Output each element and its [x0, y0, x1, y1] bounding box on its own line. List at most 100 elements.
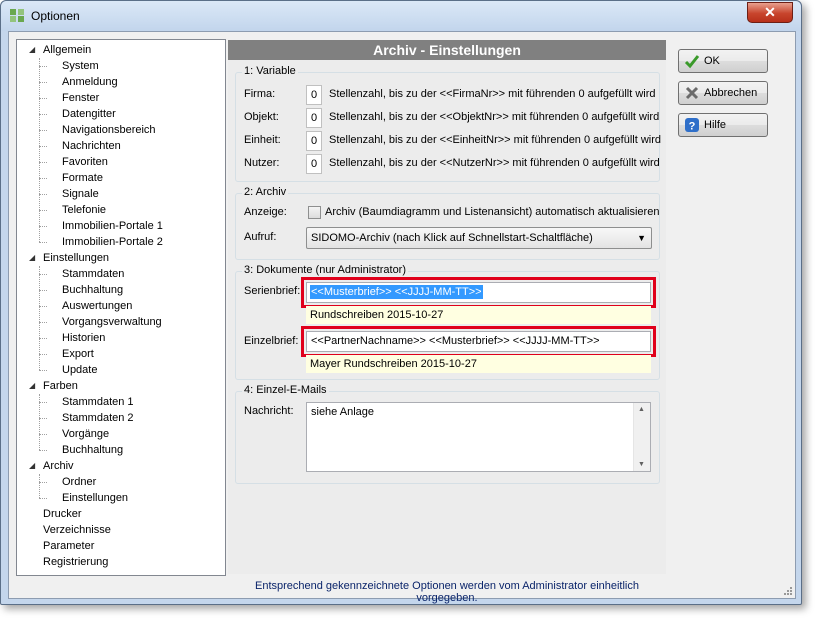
tree-connector: [39, 290, 47, 291]
chevron-down-icon: ▼: [637, 233, 646, 243]
aufruf-label: Aufruf:: [244, 231, 277, 243]
tree-item-label: Drucker: [43, 508, 82, 520]
einzelbrief-preview: Mayer Rundschreiben 2015-10-27: [306, 355, 651, 373]
einheit-description: Stellenzahl, bis zu der <<EinheitNr>> mi…: [329, 134, 662, 146]
ok-button[interactable]: OK: [678, 49, 768, 73]
tree-item-label: Fenster: [62, 92, 100, 104]
checkmark-icon: [684, 55, 700, 69]
tree-item-label: Allgemein: [43, 44, 92, 56]
auto-refresh-checkbox[interactable]: [308, 206, 321, 219]
tree-connector: [39, 226, 47, 227]
tree-item-label: Einstellungen: [62, 492, 129, 504]
tree-expand-icon[interactable]: ◢: [29, 250, 35, 266]
tree-connector: [39, 266, 40, 370]
nachricht-label: Nachricht:: [244, 405, 294, 417]
close-icon: ✕: [764, 4, 776, 20]
tree-item-label: Telefonie: [62, 204, 107, 216]
tree-item-label: Vorgänge: [62, 428, 110, 440]
tree-connector: [39, 130, 47, 131]
einheit-label: Einheit:: [244, 134, 281, 146]
tree-item-label: Vorgangsverwaltung: [62, 316, 162, 328]
tree-item-label: Archiv: [43, 460, 74, 472]
tree-item-label: Immobilien-Portale 2: [62, 236, 163, 248]
tree-connector: [39, 482, 47, 483]
tree-connector: [39, 178, 47, 179]
tree-connector: [39, 354, 47, 355]
tree-item-label: Immobilien-Portale 1: [62, 220, 163, 232]
tree-item-label: Ordner: [62, 476, 97, 488]
tree-expand-icon[interactable]: ◢: [29, 378, 35, 394]
tree-item-label: Formate: [62, 172, 103, 184]
tree-item-label: Historien: [62, 332, 106, 344]
resize-grip-icon[interactable]: [783, 586, 793, 596]
tree-item-label: Signale: [62, 188, 99, 200]
serienbrief-preview-text: Rundschreiben 2015-10-27: [310, 309, 444, 321]
serienbrief-highlight-frame: [301, 277, 656, 308]
anzeige-label: Anzeige:: [244, 206, 287, 218]
tree-connector: [39, 450, 47, 451]
scroll-down-icon[interactable]: ▼: [638, 461, 645, 468]
einheit-digits-input[interactable]: 0: [306, 131, 322, 151]
close-button[interactable]: ✕: [747, 2, 793, 23]
app-icon: [10, 9, 24, 22]
nutzer-label: Nutzer:: [244, 157, 280, 169]
tree-connector: [39, 402, 47, 403]
scroll-up-icon[interactable]: ▲: [638, 406, 645, 413]
tree-connector: [39, 242, 47, 243]
title-bar[interactable]: Optionen ✕: [1, 1, 801, 31]
tree-connector: [39, 418, 47, 419]
tree-connector: [39, 322, 47, 323]
svg-text:?: ?: [689, 121, 696, 133]
tree-connector: [39, 162, 47, 163]
serienbrief-label: Serienbrief:: [244, 285, 301, 297]
nachricht-value: siehe Anlage: [311, 406, 374, 418]
tree-item-label: Buchhaltung: [62, 444, 124, 456]
tree-connector: [39, 370, 47, 371]
footer-note: Entsprechend gekennzeichnete Optionen we…: [254, 580, 639, 604]
group-emails: 4: Einzel-E-Mails Nachricht: siehe Anlag…: [235, 384, 660, 484]
tree-item-label: Stammdaten: [62, 268, 125, 280]
einzelbrief-preview-text: Mayer Rundschreiben 2015-10-27: [310, 358, 477, 370]
nachricht-scrollbar[interactable]: ▲ ▼: [633, 403, 650, 471]
tree-connector: [39, 474, 40, 498]
help-button-label: Hilfe: [704, 119, 727, 131]
objekt-description: Stellenzahl, bis zu der <<ObjektNr>> mit…: [329, 111, 660, 123]
options-tree[interactable]: ◢ Allgemein System Anmeldung Fenster Datengit…: [16, 39, 226, 576]
tree-connector: [39, 210, 47, 211]
tree-expand-icon[interactable]: ◢: [29, 458, 35, 474]
auto-refresh-label[interactable]: Archiv (Baumdiagramm und Listenansicht) …: [325, 206, 659, 218]
einzelbrief-label: Einzelbrief:: [244, 335, 299, 347]
tree-item-label: Verzeichnisse: [43, 524, 111, 536]
serienbrief-preview: Rundschreiben 2015-10-27: [306, 306, 651, 324]
tree-connector: [39, 194, 47, 195]
tree-connector: [39, 498, 47, 499]
tree-item-label: Stammdaten 2: [62, 412, 134, 424]
dialog-client: ◢ Allgemein System Anmeldung Fenster Datengit…: [8, 31, 796, 604]
firma-description: Stellenzahl, bis zu der <<FirmaNr>> mit …: [329, 88, 656, 100]
nutzer-digits-input[interactable]: 0: [306, 154, 322, 174]
tree-item-label: Export: [62, 348, 94, 360]
einzelbrief-highlight-frame: [301, 326, 656, 357]
aufruf-select-value: SIDOMO-Archiv (nach Klick auf Schnellsta…: [311, 232, 593, 244]
tree-connector: [39, 146, 47, 147]
firma-label: Firma:: [244, 88, 276, 100]
group-archiv: 2: Archiv Anzeige: Archiv (Baumdiagramm …: [235, 186, 660, 260]
objekt-digits-input[interactable]: 0: [306, 108, 322, 128]
aufruf-select[interactable]: SIDOMO-Archiv (nach Klick auf Schnellsta…: [306, 227, 652, 249]
nachricht-textarea[interactable]: siehe Anlage ▲ ▼: [306, 402, 651, 472]
firma-digits-input[interactable]: 0: [306, 85, 322, 105]
group-variable: 1: Variable Firma: 0 Stellenzahl, bis zu…: [235, 65, 662, 182]
group-emails-title: 4: Einzel-E-Mails: [242, 384, 329, 396]
settings-panel: 1: Variable Firma: 0 Stellenzahl, bis zu…: [228, 60, 666, 574]
cancel-button[interactable]: Abbrechen: [678, 81, 768, 105]
tree-connector: [39, 66, 47, 67]
help-button[interactable]: ? Hilfe: [678, 113, 768, 137]
tree-item-label: Parameter: [43, 540, 95, 552]
cancel-button-label: Abbrechen: [704, 87, 758, 99]
tree-expand-icon[interactable]: ◢: [29, 42, 35, 58]
tree-connector: [39, 98, 47, 99]
tree-connector: [39, 434, 47, 435]
tree-connector: [39, 58, 40, 242]
tree-item-label: Datengitter: [62, 108, 116, 120]
tree-item-label: Einstellungen: [43, 252, 110, 264]
